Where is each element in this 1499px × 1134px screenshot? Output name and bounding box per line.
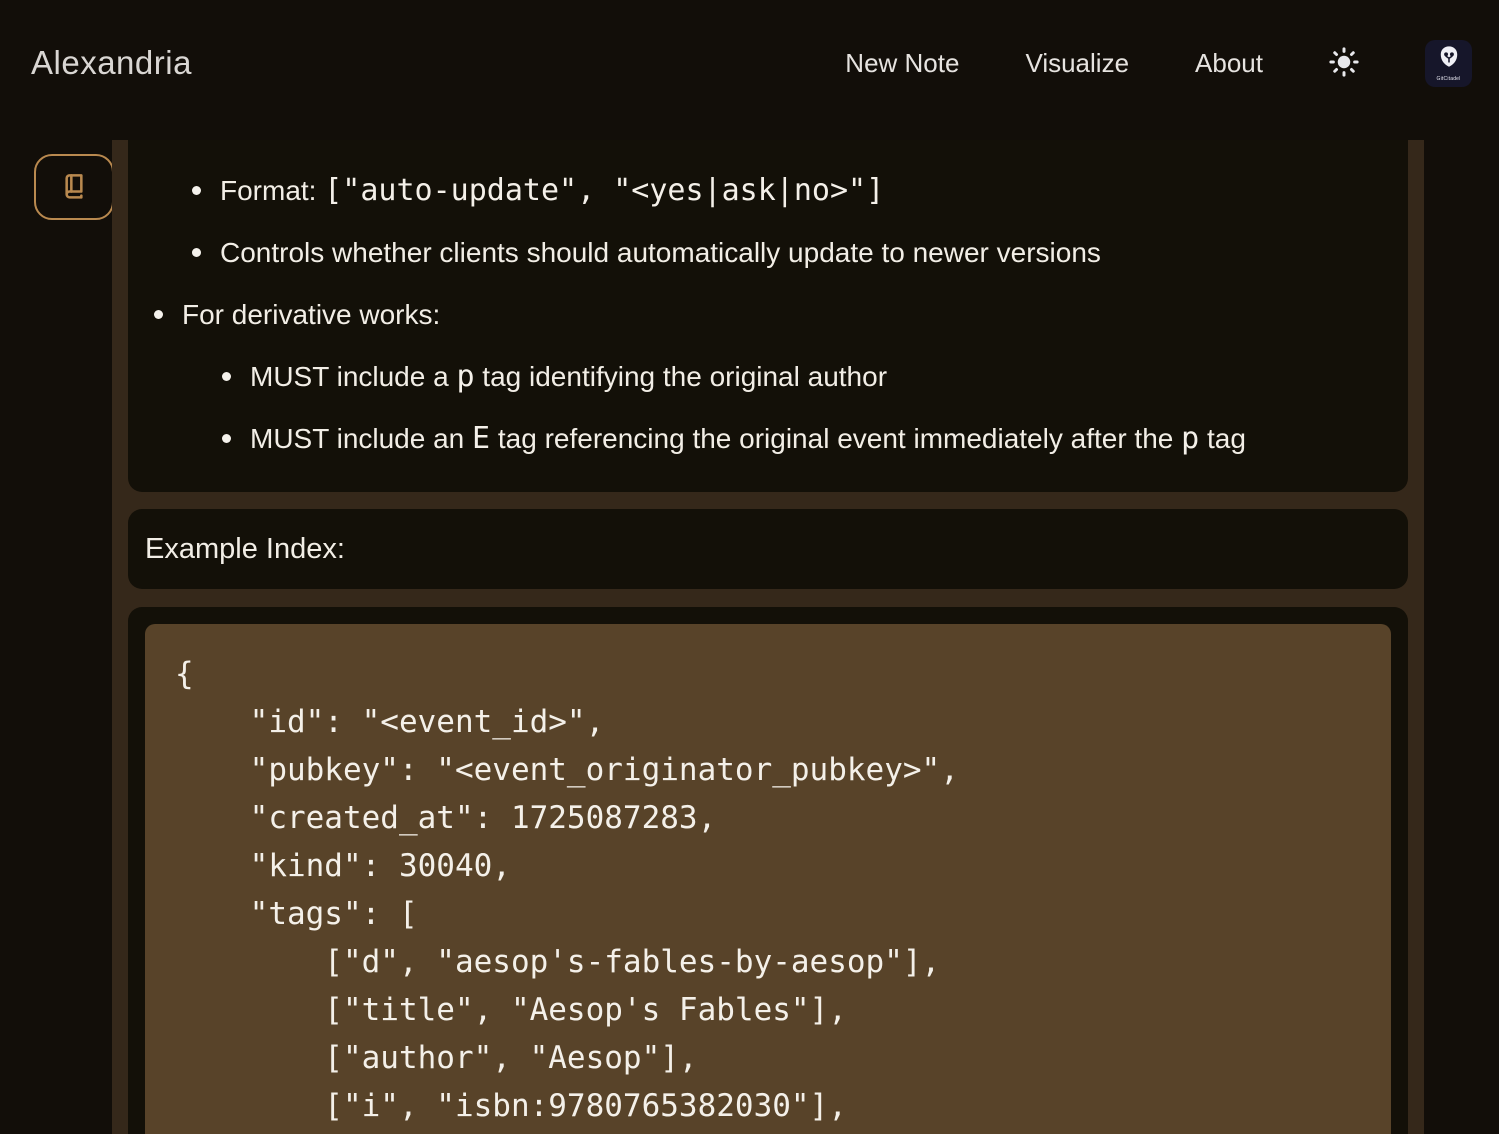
example-index-label: Example Index:	[145, 533, 345, 566]
book-icon	[58, 170, 90, 205]
page-body: Format: ["auto-update", "<yes|ask|no>"] …	[0, 140, 1499, 1134]
must-e-post: tag	[1199, 423, 1246, 454]
nav-visualize[interactable]: Visualize	[1025, 48, 1129, 79]
code-text: { "id": "<event_id>", "pubkey": "<event_…	[175, 650, 1361, 1130]
p-tag-code: p	[456, 359, 474, 394]
doc-card: Format: ["auto-update", "<yes|ask|no>"] …	[128, 140, 1408, 492]
derivative-heading: For derivative works:	[182, 299, 440, 330]
must-p-post: tag identifying the original author	[475, 361, 888, 392]
controls-text: Controls whether clients should automati…	[220, 237, 1101, 268]
theme-toggle-button[interactable]	[1329, 47, 1359, 80]
format-code: ["auto-update", "<yes|ask|no>"]	[324, 173, 884, 208]
list-item-must-p: MUST include a p tag identifying the ori…	[220, 360, 1384, 394]
list-item-controls: Controls whether clients should automati…	[190, 236, 1384, 270]
sidebar	[0, 140, 112, 1134]
gitcitadel-logo[interactable]: GitCitadel	[1425, 40, 1472, 87]
sidebar-toggle-button[interactable]	[34, 154, 114, 220]
e-tag-code: E	[472, 421, 490, 456]
must-p-pre: MUST include a	[250, 361, 456, 392]
code-block[interactable]: { "id": "<event_id>", "pubkey": "<event_…	[145, 624, 1391, 1134]
list-item-derivative: For derivative works: MUST include a p t…	[152, 298, 1384, 456]
app-header: Alexandria New Note Visualize About	[0, 0, 1499, 140]
nav-new-note[interactable]: New Note	[845, 48, 959, 79]
code-card: { "id": "<event_id>", "pubkey": "<event_…	[128, 607, 1408, 1134]
p-tag-code2: p	[1181, 421, 1199, 456]
list-item-format: Format: ["auto-update", "<yes|ask|no>"]	[190, 174, 1384, 208]
nav-about[interactable]: About	[1195, 48, 1263, 79]
format-label: Format:	[220, 175, 324, 206]
app-title: Alexandria	[31, 44, 192, 82]
sun-icon	[1329, 47, 1359, 80]
list-item-must-e: MUST include an E tag referencing the or…	[220, 422, 1384, 456]
example-index-card: Example Index:	[128, 509, 1408, 589]
must-e-mid: tag referencing the original event immed…	[490, 423, 1181, 454]
gitcitadel-shield-icon	[1436, 44, 1462, 75]
logo-label: GitCitadel	[1437, 76, 1461, 82]
content-scroll-area[interactable]: Format: ["auto-update", "<yes|ask|no>"] …	[112, 140, 1424, 1134]
main-nav: New Note Visualize About	[845, 40, 1472, 87]
must-e-pre: MUST include an	[250, 423, 472, 454]
